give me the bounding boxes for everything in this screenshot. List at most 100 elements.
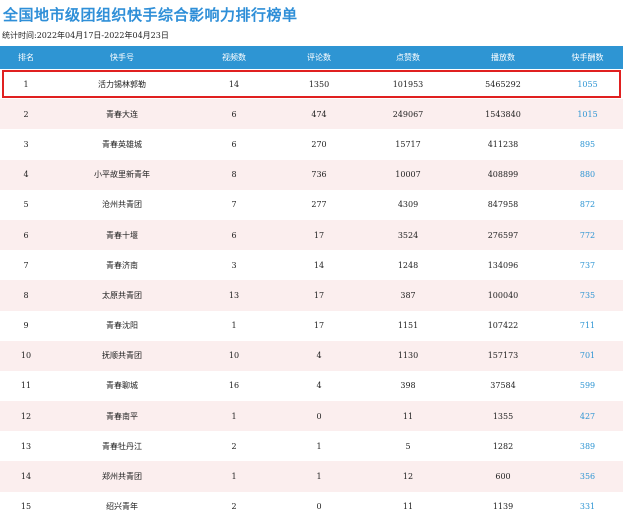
table-row: 10 抚顺共青团 10 4 1130 157173 701 bbox=[0, 340, 623, 371]
comments-cell: 14 bbox=[313, 260, 325, 270]
likes-cell: 12 bbox=[402, 472, 414, 482]
comments-cell: 1 bbox=[316, 472, 322, 482]
account-cell: 太原共青团 bbox=[102, 290, 142, 300]
ranking-table: 排名 快手号 视频数 评论数 点赞数 播放数 快手酬数 1 活力锡林郭勒 14 135… bbox=[0, 46, 623, 522]
plays-cell: 134096 bbox=[487, 260, 519, 270]
likes-cell: 11 bbox=[402, 502, 414, 512]
account-cell: 青春十堰 bbox=[106, 230, 138, 240]
plays-cell: 157173 bbox=[487, 351, 519, 361]
likes-cell: 10007 bbox=[395, 170, 421, 180]
table-row: 6 青春十堰 6 17 3524 276597 772 bbox=[0, 219, 623, 251]
col-header-videos: 视频数 bbox=[222, 53, 246, 62]
index-cell: 735 bbox=[579, 290, 596, 300]
table-header: 排名 快手号 视频数 评论数 点赞数 播放数 快手酬数 bbox=[0, 46, 623, 69]
videos-cell: 6 bbox=[231, 109, 237, 119]
account-cell: 青春牡丹江 bbox=[102, 441, 142, 451]
rank-cell: 13 bbox=[20, 441, 32, 451]
table-row: 5 沧州共青团 7 277 4309 847958 872 bbox=[0, 190, 623, 220]
rank-cell: 3 bbox=[23, 139, 29, 149]
rank-cell: 8 bbox=[23, 290, 29, 300]
videos-cell: 10 bbox=[228, 351, 240, 361]
index-cell: 1015 bbox=[577, 109, 598, 119]
plays-cell: 1282 bbox=[492, 441, 514, 451]
plays-cell: 1543840 bbox=[485, 109, 521, 119]
likes-cell: 398 bbox=[400, 381, 416, 391]
account-cell: 活力锡林郭勒 bbox=[98, 79, 146, 89]
index-cell: 701 bbox=[579, 351, 596, 361]
videos-cell: 6 bbox=[231, 230, 237, 240]
account-cell: 抚顺共青团 bbox=[102, 351, 142, 361]
videos-cell: 14 bbox=[228, 79, 240, 89]
col-header-plays: 播放数 bbox=[491, 53, 515, 62]
comments-cell: 474 bbox=[311, 109, 327, 119]
table-row: 15 绍兴青年 2 0 11 1139 331 bbox=[0, 492, 623, 522]
rank-cell: 9 bbox=[23, 321, 29, 331]
index-cell: 895 bbox=[579, 139, 596, 149]
account-cell: 青春南平 bbox=[106, 411, 138, 421]
likes-cell: 3524 bbox=[397, 230, 419, 240]
likes-cell: 387 bbox=[400, 290, 416, 300]
comments-cell: 17 bbox=[313, 290, 325, 300]
comments-cell: 1350 bbox=[308, 79, 330, 89]
plays-cell: 1355 bbox=[492, 411, 514, 421]
likes-cell: 15717 bbox=[395, 139, 421, 149]
rank-cell: 5 bbox=[23, 200, 29, 210]
rank-cell: 15 bbox=[20, 502, 32, 512]
index-cell: 331 bbox=[579, 502, 596, 512]
col-header-likes: 点赞数 bbox=[396, 53, 420, 62]
videos-cell: 1 bbox=[231, 321, 237, 331]
rank-cell: 4 bbox=[23, 170, 29, 180]
table-row: 13 青春牡丹江 2 1 5 1282 389 bbox=[0, 431, 623, 461]
plays-cell: 107422 bbox=[487, 321, 519, 331]
videos-cell: 2 bbox=[231, 441, 237, 451]
account-cell: 青春沈阳 bbox=[106, 321, 138, 331]
comments-cell: 0 bbox=[316, 502, 322, 512]
videos-cell: 1 bbox=[231, 411, 237, 421]
comments-cell: 17 bbox=[313, 321, 325, 331]
index-cell: 737 bbox=[579, 260, 596, 270]
table-row: 7 青春济南 3 14 1248 134096 737 bbox=[0, 250, 623, 280]
account-cell: 小平故里新青年 bbox=[94, 170, 150, 180]
account-cell: 绍兴青年 bbox=[106, 502, 138, 512]
likes-cell: 4309 bbox=[397, 200, 419, 210]
comments-cell: 736 bbox=[311, 170, 327, 180]
account-cell: 青春济南 bbox=[106, 260, 138, 270]
plays-cell: 408899 bbox=[487, 170, 519, 180]
likes-cell: 249067 bbox=[392, 109, 424, 119]
table-row: 3 青春英雄城 6 270 15717 411238 895 bbox=[0, 129, 623, 159]
account-cell: 青春聊城 bbox=[106, 381, 138, 391]
page-title: 全国地市级团组织快手综合影响力排行榜单 bbox=[3, 6, 298, 24]
comments-cell: 17 bbox=[313, 230, 325, 240]
rank-cell: 2 bbox=[23, 109, 29, 119]
index-cell: 389 bbox=[579, 441, 596, 451]
comments-cell: 0 bbox=[316, 411, 322, 421]
plays-cell: 847958 bbox=[487, 200, 519, 210]
col-header-comments: 评论数 bbox=[307, 53, 331, 62]
likes-cell: 11 bbox=[402, 411, 414, 421]
likes-cell: 5 bbox=[405, 441, 411, 451]
index-cell: 427 bbox=[579, 411, 596, 421]
plays-cell: 100040 bbox=[487, 290, 519, 300]
rank-cell: 1 bbox=[23, 79, 29, 89]
comments-cell: 270 bbox=[311, 139, 327, 149]
table-row: 9 青春沈阳 1 17 1151 107422 711 bbox=[0, 311, 623, 341]
videos-cell: 6 bbox=[231, 139, 237, 149]
videos-cell: 13 bbox=[228, 290, 240, 300]
table-row: 2 青春大连 6 474 249067 1543840 1015 bbox=[0, 99, 623, 130]
likes-cell: 1248 bbox=[397, 260, 419, 270]
rank-cell: 6 bbox=[23, 230, 29, 240]
table-row: 4 小平故里新青年 8 736 10007 408899 880 bbox=[0, 159, 623, 190]
table-row: 8 太原共青团 13 17 387 100040 735 bbox=[0, 280, 623, 311]
videos-cell: 7 bbox=[231, 200, 237, 210]
rank-cell: 12 bbox=[20, 411, 32, 421]
rank-cell: 11 bbox=[20, 381, 32, 391]
plays-cell: 411238 bbox=[487, 139, 519, 149]
likes-cell: 1151 bbox=[397, 321, 419, 331]
account-cell: 青春英雄城 bbox=[102, 139, 142, 149]
comments-cell: 4 bbox=[316, 381, 322, 391]
index-cell: 772 bbox=[579, 230, 596, 240]
plays-cell: 5465292 bbox=[485, 79, 521, 89]
videos-cell: 3 bbox=[231, 260, 237, 270]
index-cell: 1055 bbox=[577, 79, 598, 89]
comments-cell: 1 bbox=[316, 441, 322, 451]
